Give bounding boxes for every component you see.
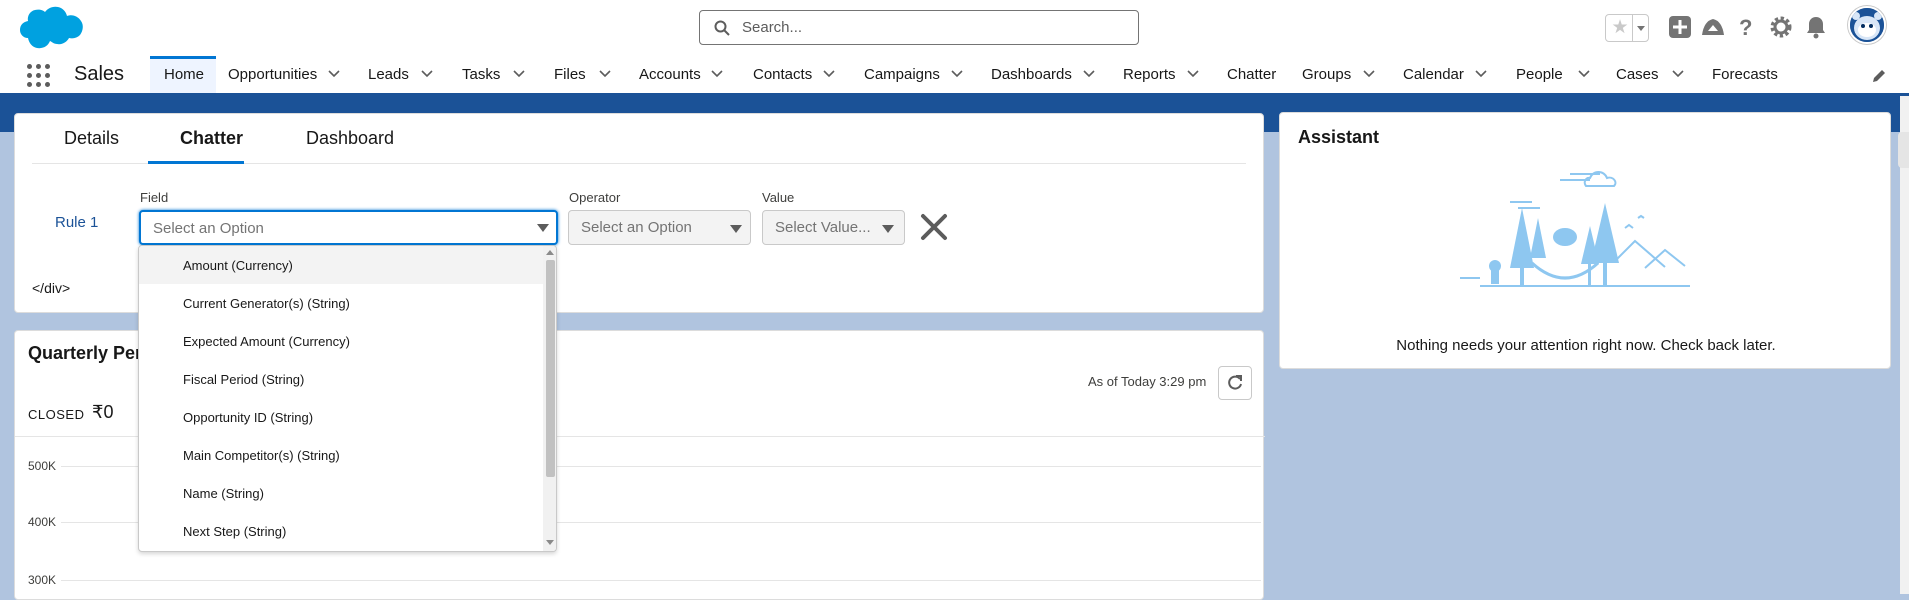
trailhead-icon[interactable] [1700,15,1726,39]
bell-icon[interactable] [1805,15,1827,39]
favorites-list-button[interactable] [1632,15,1649,41]
nav-item-campaigns[interactable]: Campaigns [852,56,978,93]
refresh-button[interactable] [1218,366,1252,400]
card-title: Quarterly Per [28,343,143,363]
nav-item-opportunities[interactable]: Opportunities [216,56,346,93]
chevron-down-icon[interactable] [711,70,723,78]
help-icon[interactable]: ? [1736,15,1756,39]
chevron-down-icon[interactable] [328,70,340,78]
tab-chatter[interactable]: Chatter [180,128,243,149]
listbox-option[interactable]: Expected Amount (Currency) [139,322,543,360]
chevron-down-icon[interactable] [421,70,433,78]
chevron-down-icon[interactable] [599,70,611,78]
nav-item-groups[interactable]: Groups [1290,56,1390,93]
avatar[interactable] [1848,6,1886,44]
nav-item-reports[interactable]: Reports [1111,56,1211,93]
nav-item-cases[interactable]: Cases [1604,56,1694,93]
assistant-title: Assistant [1298,127,1380,147]
axis-tick: 300K [28,573,57,587]
closed-value: ₹0 [92,402,114,422]
waffle-icon[interactable] [27,64,51,88]
search-icon [714,20,730,36]
field-select[interactable]: Select an Option [139,210,558,245]
chevron-down-icon [882,225,894,233]
close-icon[interactable] [917,210,951,244]
chevron-down-icon[interactable] [513,70,525,78]
utility-bar-toggle[interactable] [1898,132,1909,168]
tab-bar: Details Chatter Dashboard [32,114,1246,164]
as-of-timestamp: As of Today 3:29 pm [1088,374,1207,389]
plus-icon[interactable] [1668,15,1692,39]
nav-item-dashboards[interactable]: Dashboards [979,56,1107,93]
nav-item-contacts[interactable]: Contacts [741,56,851,93]
user-avatar-icon [1850,8,1884,42]
chevron-down-icon[interactable] [1475,70,1487,78]
gear-icon[interactable] [1769,15,1793,39]
listbox-scrollbar[interactable] [543,246,556,551]
listbox-option[interactable]: Current Generator(s) (String) [139,284,543,322]
field-options-listbox: Amount (Currency) Current Generator(s) (… [138,245,557,552]
app-navigation: Sales Home Opportunities Leads Tasks Fil… [0,56,1909,96]
chevron-down-icon [1637,26,1645,31]
scroll-up-icon[interactable] [546,249,554,255]
operator-select[interactable]: Select an Option [568,210,751,245]
active-tab-indicator [148,161,244,164]
gridline [61,580,1261,581]
chevron-down-icon[interactable] [951,70,963,78]
listbox-option[interactable]: Main Competitor(s) (String) [139,436,543,474]
empty-state-illustration [1460,171,1690,287]
chevron-down-icon[interactable] [823,70,835,78]
search-placeholder: Search... [742,19,803,36]
closed-label: CLOSED [28,407,85,422]
global-search-input[interactable]: Search... [699,10,1139,45]
nav-item-chatter[interactable]: Chatter [1215,56,1285,93]
star-icon: ★ [1611,17,1629,38]
nav-item-accounts[interactable]: Accounts [627,56,737,93]
salesforce-cloud-icon[interactable] [18,6,84,52]
chevron-down-icon[interactable] [1672,70,1684,78]
scroll-down-icon[interactable] [546,540,554,546]
listbox-option[interactable]: Opportunity ID (String) [139,398,543,436]
favorites-button[interactable]: ★ [1605,14,1649,42]
trailing-text: </div> [32,280,71,296]
chevron-down-icon[interactable] [1083,70,1095,78]
value-label: Value [762,190,795,205]
scrollbar-thumb[interactable] [546,260,555,477]
nav-item-forecasts[interactable]: Forecasts [1700,56,1790,93]
chevron-down-icon [537,224,549,232]
nav-item-tasks[interactable]: Tasks [450,56,530,93]
tab-details[interactable]: Details [64,128,119,149]
listbox-option[interactable]: Amount (Currency) [139,246,543,284]
nav-item-people[interactable]: People [1504,56,1604,93]
pencil-icon[interactable] [1871,68,1887,84]
page-scrollbar[interactable] [1900,96,1909,594]
svg-text:?: ? [1739,15,1752,39]
nav-item-leads[interactable]: Leads [356,56,436,93]
axis-tick: 400K [28,515,57,529]
nav-item-files[interactable]: Files [542,56,620,93]
field-label: Field [140,190,169,205]
nav-item-home[interactable]: Home [150,56,216,93]
listbox-option[interactable]: Fiscal Period (String) [139,360,543,398]
rule-label: Rule 1 [55,214,99,231]
assistant-card: Assistant Nothing needs your attention r… [1279,112,1891,369]
value-select[interactable]: Select Value... [762,210,905,245]
nav-item-calendar[interactable]: Calendar [1391,56,1501,93]
chevron-down-icon[interactable] [1578,70,1590,78]
axis-tick: 500K [28,459,57,473]
tab-dashboard[interactable]: Dashboard [306,128,394,149]
app-name: Sales [74,63,125,85]
chevron-down-icon[interactable] [1187,70,1199,78]
assistant-empty-message: Nothing needs your attention right now. … [1396,337,1776,354]
global-header: Search... ★ ? [0,0,1909,56]
listbox-option[interactable]: Next Step (String) [139,512,543,550]
chevron-down-icon[interactable] [1363,70,1375,78]
listbox-option[interactable]: Name (String) [139,474,543,512]
operator-label: Operator [569,190,621,205]
chevron-down-icon [730,225,742,233]
refresh-icon [1228,375,1242,390]
